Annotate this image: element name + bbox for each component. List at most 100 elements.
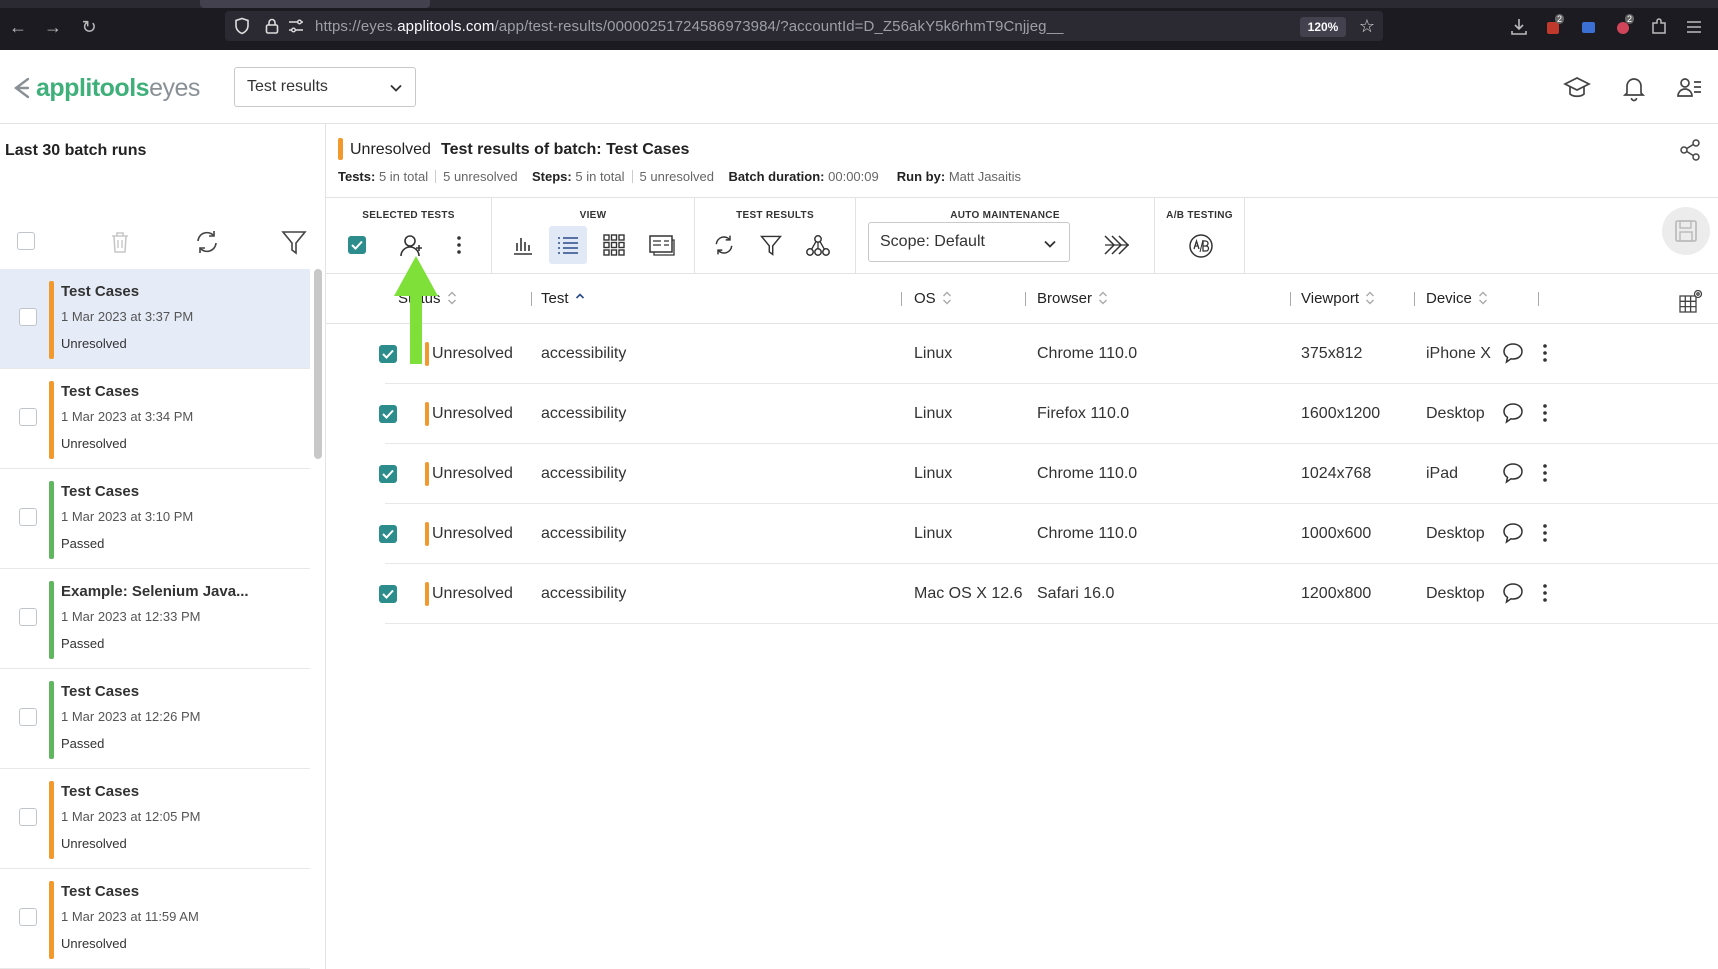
column-status[interactable]: Status	[398, 290, 457, 307]
batch-list-item[interactable]: Test Cases 1 Mar 2023 at 12:05 PM Unresolv…	[0, 769, 310, 869]
save-button[interactable]	[1662, 207, 1710, 255]
batch-list-item[interactable]: Test Cases 1 Mar 2023 at 3:37 PM Unresolve…	[0, 269, 310, 369]
forward-icon[interactable]: →	[42, 16, 64, 38]
assign-user-button[interactable]	[392, 226, 430, 264]
active-tab[interactable]	[200, 0, 430, 8]
extension-red-icon[interactable]: 2	[1543, 14, 1565, 37]
column-divider[interactable]	[1414, 292, 1415, 306]
select-all-tests-checkbox[interactable]	[338, 226, 376, 264]
permissions-icon[interactable]	[287, 18, 305, 34]
more-vertical-icon[interactable]	[1535, 521, 1555, 545]
extensions-puzzle-icon[interactable]	[1648, 17, 1670, 37]
batch-checkbox[interactable]	[19, 508, 37, 526]
batch-date: 1 Mar 2023 at 3:37 PM	[61, 309, 194, 324]
table-row[interactable]: Unresolved accessibility Linux Firefox 110.…	[379, 384, 1718, 444]
row-checkbox[interactable]	[379, 405, 397, 423]
cell-test[interactable]: accessibility	[541, 465, 626, 483]
batch-status-indicator	[49, 481, 54, 559]
graduation-cap-icon[interactable]	[1563, 74, 1591, 102]
cell-test[interactable]: accessibility	[541, 525, 626, 543]
reload-icon[interactable]: ↻	[78, 16, 100, 38]
batch-list-item[interactable]: Test Cases 1 Mar 2023 at 3:10 PM Passed	[0, 469, 310, 569]
table-row[interactable]: Unresolved accessibility Mac OS X 12.6 Safa…	[379, 564, 1718, 624]
column-test[interactable]: Test	[541, 290, 585, 307]
more-vertical-icon[interactable]	[1535, 401, 1555, 425]
table-row[interactable]: Unresolved accessibility Linux Chrome 110.0…	[379, 444, 1718, 504]
shield-icon[interactable]	[233, 17, 251, 35]
column-viewport[interactable]: Viewport	[1301, 290, 1375, 307]
row-checkbox[interactable]	[379, 525, 397, 543]
sidebar-scrollbar[interactable]	[314, 269, 322, 459]
table-row[interactable]: Unresolved accessibility Linux Chrome 110.0…	[379, 324, 1718, 384]
column-divider[interactable]	[901, 292, 902, 306]
batch-summary: Tests: 5 in total 5 unresolved Steps: 5 i…	[338, 169, 1021, 184]
comment-icon[interactable]	[1501, 581, 1525, 605]
trash-icon[interactable]	[106, 228, 134, 256]
comment-icon[interactable]	[1501, 461, 1525, 485]
column-os[interactable]: OS	[914, 290, 952, 307]
ab-testing-button[interactable]	[1181, 226, 1219, 264]
applitools-logo[interactable]: applitools eyes	[12, 72, 200, 104]
more-vertical-icon[interactable]	[1535, 341, 1555, 365]
row-checkbox[interactable]	[379, 585, 397, 603]
cell-test[interactable]: accessibility	[541, 585, 626, 603]
address-bar[interactable]: https://eyes.applitools.com/app/test-res…	[225, 11, 1383, 41]
notification-bell-icon[interactable]	[1620, 74, 1648, 102]
table-settings-icon[interactable]	[1678, 288, 1704, 314]
batch-checkbox[interactable]	[19, 808, 37, 826]
refresh-results-button[interactable]	[705, 226, 743, 264]
comment-icon[interactable]	[1501, 521, 1525, 545]
column-device[interactable]: Device	[1426, 290, 1488, 307]
extension-meet-icon[interactable]	[1578, 17, 1600, 37]
back-icon[interactable]: ←	[7, 16, 29, 38]
select-all-batches-checkbox[interactable]	[17, 232, 35, 250]
column-divider[interactable]	[1538, 292, 1539, 306]
column-browser[interactable]: Browser	[1037, 290, 1108, 307]
cell-test[interactable]: accessibility	[541, 405, 626, 423]
page-view-select[interactable]: Test results	[234, 67, 416, 107]
batch-checkbox[interactable]	[19, 608, 37, 626]
filter-funnel-icon[interactable]	[280, 228, 308, 256]
comment-icon[interactable]	[1501, 401, 1525, 425]
apply-maintenance-button[interactable]	[1096, 226, 1134, 264]
cell-test[interactable]: accessibility	[541, 345, 626, 363]
bookmark-star-icon[interactable]: ☆	[1356, 16, 1378, 38]
batch-checkbox[interactable]	[19, 908, 37, 926]
more-vertical-icon[interactable]	[1535, 581, 1555, 605]
view-stats-button[interactable]	[504, 226, 542, 264]
row-checkbox[interactable]	[379, 345, 397, 363]
view-grid-button[interactable]	[595, 226, 633, 264]
more-vertical-icon[interactable]	[1535, 461, 1555, 485]
column-divider[interactable]	[1290, 292, 1291, 306]
column-divider[interactable]	[1025, 292, 1026, 306]
comment-icon[interactable]	[1501, 341, 1525, 365]
batch-list-item[interactable]: Test Cases 1 Mar 2023 at 3:34 PM Unresolve…	[0, 369, 310, 469]
scope-select[interactable]: Scope: Default	[868, 222, 1070, 262]
batch-status-indicator	[49, 281, 54, 359]
extension-pocket-icon[interactable]: 2	[1613, 14, 1635, 37]
column-divider[interactable]	[531, 292, 532, 306]
batch-list-item[interactable]: Test Cases 1 Mar 2023 at 12:26 PM Passed	[0, 669, 310, 769]
group-results-button[interactable]	[798, 226, 836, 264]
batch-checkbox[interactable]	[19, 708, 37, 726]
batch-list-item[interactable]: Test Cases 1 Mar 2023 at 11:59 AM Unresolv…	[0, 869, 310, 969]
batch-list-item[interactable]: Example: Selenium Java... 1 Mar 2023 at 1…	[0, 569, 310, 669]
tests-label: Tests:	[338, 169, 376, 184]
more-actions-button[interactable]	[440, 226, 478, 264]
user-account-icon[interactable]	[1675, 74, 1703, 102]
download-icon[interactable]	[1508, 17, 1530, 37]
filter-results-button[interactable]	[752, 226, 790, 264]
refresh-icon[interactable]	[193, 228, 221, 256]
row-checkbox[interactable]	[379, 465, 397, 483]
sort-icon	[1366, 291, 1375, 305]
table-row[interactable]: Unresolved accessibility Linux Chrome 110.0…	[379, 504, 1718, 564]
lock-icon[interactable]	[263, 17, 281, 35]
batch-name: Test Cases	[61, 383, 140, 400]
view-details-button[interactable]	[641, 226, 679, 264]
batch-checkbox[interactable]	[19, 408, 37, 426]
share-icon[interactable]	[1678, 138, 1702, 162]
view-list-button[interactable]	[549, 226, 587, 264]
batch-checkbox[interactable]	[19, 308, 37, 326]
zoom-level-badge[interactable]: 120%	[1300, 17, 1346, 37]
app-menu-icon[interactable]	[1683, 17, 1705, 37]
